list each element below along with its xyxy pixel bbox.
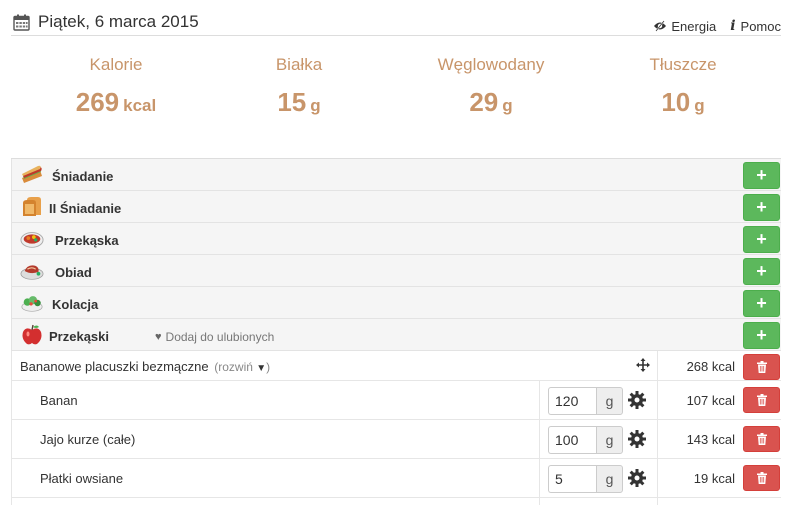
toast-icon: [23, 197, 41, 216]
add-food-button[interactable]: +: [743, 258, 780, 285]
expand-toggle[interactable]: (rozwiń ▼): [214, 360, 270, 374]
eye-slash-icon: [654, 20, 667, 32]
trash-icon: [756, 472, 767, 484]
gear-icon[interactable]: [628, 469, 646, 487]
summary-calories: Kalorie 269 kcal: [16, 55, 216, 118]
summary-value: 269 kcal: [75, 87, 157, 117]
summary-value: 29 g: [469, 87, 513, 117]
energy-link[interactable]: Energia: [653, 19, 716, 34]
heart-icon: ♥: [155, 331, 162, 343]
meal-row-snack[interactable]: Przekąska +: [11, 223, 781, 255]
ingredient-kcal: 19 kcal: [693, 471, 735, 486]
summary-label: Tłuszcze: [649, 55, 717, 74]
quantity-input[interactable]: 100: [548, 426, 596, 454]
quantity-group: 120 g: [548, 387, 623, 415]
nutrition-summary: Kalorie 269 kcal Białka 15 g Węglowodany 2…: [11, 55, 781, 125]
meal-name: II Śniadanie: [49, 201, 122, 216]
add-food-button[interactable]: +: [743, 290, 780, 317]
table-continuation: [11, 498, 781, 505]
header-links: Energia i Pomoc: [653, 18, 781, 34]
meal-name: Przekąska: [55, 233, 119, 248]
ingredient-name: Banan: [40, 393, 78, 408]
unit-addon: g: [596, 426, 623, 454]
gear-icon[interactable]: [628, 391, 646, 409]
apple-icon: [22, 324, 42, 345]
meal-row-snacks[interactable]: Przekąski ♥ Dodaj do ulubionych +: [11, 319, 781, 351]
add-food-button[interactable]: +: [743, 194, 780, 221]
trash-icon: [756, 394, 767, 406]
move-icon[interactable]: [636, 358, 650, 372]
quantity-group: 100 g: [548, 426, 623, 454]
delete-dish-button[interactable]: [743, 354, 780, 380]
add-food-button[interactable]: +: [743, 322, 780, 349]
date-display[interactable]: Piątek, 6 marca 2015: [13, 12, 199, 32]
salad-bowl-icon: [20, 232, 44, 248]
ingredient-name: Jajo kurze (całe): [40, 432, 136, 447]
help-link-label: Pomoc: [740, 18, 781, 34]
ingredient-row: Jajo kurze (całe) 100 g 143 kcal: [11, 420, 781, 459]
summary-fat: Tłuszcze 10 g: [583, 55, 783, 118]
summary-value: 15 g: [277, 87, 321, 117]
ingredient-kcal: 143 kcal: [686, 432, 735, 447]
meat-plate-icon: [20, 265, 44, 280]
summary-label: Węglowodany: [437, 55, 545, 74]
page-header: Piątek, 6 marca 2015 Energia i Pomoc: [11, 0, 781, 36]
ingredient-row: Płatki owsiane 5 g 19 kcal: [11, 459, 781, 498]
quantity-group: 5 g: [548, 465, 623, 493]
meal-name: Kolacja: [52, 297, 99, 312]
ingredient-row: Banan 120 g 107 kcal: [11, 381, 781, 420]
delete-ingredient-button[interactable]: [743, 387, 780, 413]
ingredient-name: Płatki owsiane: [40, 471, 124, 486]
meal-name: Przekąski: [49, 329, 109, 344]
meal-row-supper[interactable]: Kolacja +: [11, 287, 781, 319]
dish-row: Bananowe placuszki bezmączne (rozwiń ▼) …: [11, 351, 781, 381]
summary-label: Białka: [275, 55, 323, 74]
calendar-icon[interactable]: [13, 14, 30, 31]
add-to-favorites-link[interactable]: ♥ Dodaj do ulubionych: [155, 330, 274, 344]
meal-list: Śniadanie + II Śniadanie + Przekąska + O…: [11, 158, 781, 505]
unit-addon: g: [596, 387, 623, 415]
dish-name: Bananowe placuszki bezmączne (rozwiń ▼): [20, 359, 271, 374]
trash-icon: [756, 433, 767, 445]
summary-carbs: Węglowodany 29 g: [391, 55, 591, 118]
add-food-button[interactable]: +: [743, 162, 780, 189]
energy-link-label: Energia: [671, 18, 717, 34]
quantity-input[interactable]: 120: [548, 387, 596, 415]
summary-protein: Białka 15 g: [199, 55, 399, 118]
date-title: Piątek, 6 marca 2015: [38, 12, 199, 31]
meal-row-breakfast[interactable]: Śniadanie +: [11, 159, 781, 191]
unit-addon: g: [596, 465, 623, 493]
sandwich-icon: [22, 165, 42, 183]
favorites-label: Dodaj do ulubionych: [165, 330, 275, 344]
green-salad-icon: [21, 296, 43, 312]
meal-name: Obiad: [55, 265, 92, 280]
add-food-button[interactable]: +: [743, 226, 780, 253]
delete-ingredient-button[interactable]: [743, 465, 780, 491]
meal-row-second-breakfast[interactable]: II Śniadanie +: [11, 191, 781, 223]
info-icon: i: [730, 18, 736, 34]
summary-label: Kalorie: [89, 55, 143, 74]
meal-name: Śniadanie: [52, 169, 114, 184]
ingredient-kcal: 107 kcal: [686, 393, 735, 408]
trash-icon: [756, 361, 767, 373]
help-link[interactable]: i Pomoc: [730, 18, 781, 34]
delete-ingredient-button[interactable]: [743, 426, 780, 452]
gear-icon[interactable]: [628, 430, 646, 448]
quantity-input[interactable]: 5: [548, 465, 596, 493]
meal-row-dinner[interactable]: Obiad +: [11, 255, 781, 287]
caret-down-icon: ▼: [256, 363, 267, 374]
summary-value: 10 g: [661, 87, 705, 117]
dish-kcal: 268 kcal: [686, 359, 735, 374]
